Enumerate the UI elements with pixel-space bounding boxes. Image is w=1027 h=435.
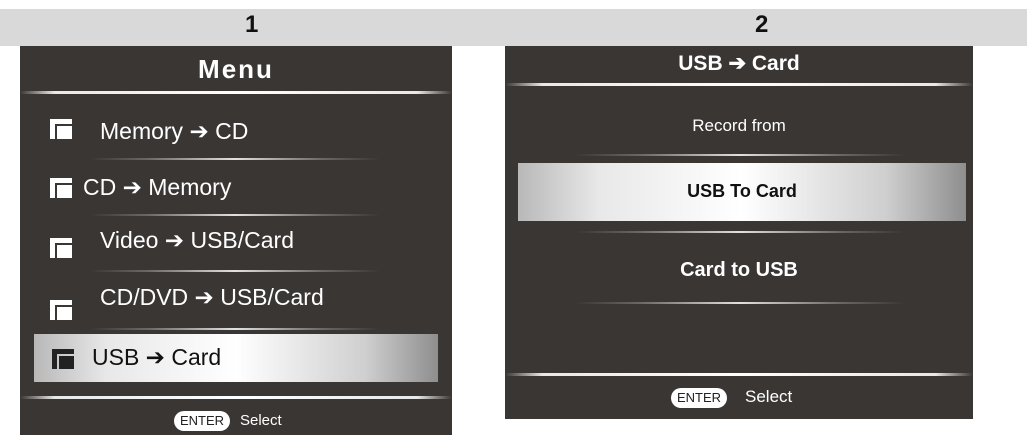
option-usb-to-card[interactable]: USB To Card [518, 163, 966, 221]
record-screen: USB ➔ Card Record from USB To Card Card … [505, 46, 973, 419]
record-separator [575, 154, 905, 156]
folder-icon [50, 300, 72, 320]
menu-item-cd-to-memory[interactable]: CD ➔ Memory [20, 160, 452, 218]
folder-icon [50, 178, 72, 198]
folder-icon [50, 238, 72, 258]
select-label: Select [745, 387, 793, 406]
record-separator [575, 302, 905, 304]
record-separator [575, 231, 905, 233]
menu-item-cd-dvd-to-usb-card[interactable]: CD/DVD ➔ USB/Card [20, 272, 452, 330]
menu-item-label: CD ➔ Memory [83, 174, 232, 200]
menu-separator [90, 328, 380, 330]
option-card-to-usb[interactable]: Card to USB [505, 251, 973, 291]
record-header-divider [505, 83, 973, 86]
menu-item-video-to-usb-card[interactable]: Video ➔ USB/Card [20, 216, 452, 274]
menu-item-label: Video ➔ USB/Card [100, 227, 294, 253]
menu-header-divider [20, 91, 452, 94]
option-label: USB To Card [687, 181, 797, 201]
step-header-bar [0, 9, 1027, 46]
menu-item-label: Memory ➔ CD [100, 118, 249, 144]
enter-button[interactable]: ENTER [174, 411, 230, 431]
record-from-label: Record from [692, 116, 786, 135]
step-number-2: 2 [755, 11, 769, 38]
menu-item-label: CD/DVD ➔ USB/Card [100, 284, 324, 310]
menu-title: Menu [198, 54, 274, 84]
step-number-1: 1 [245, 11, 259, 38]
record-footer-divider [505, 373, 973, 376]
record-screen-title: USB ➔ Card [678, 52, 800, 75]
option-label: Card to USB [680, 259, 798, 281]
folder-icon [52, 349, 74, 369]
menu-item-memory-to-cd[interactable]: Memory ➔ CD [20, 101, 452, 159]
menu-item-label: USB ➔ Card [92, 344, 222, 370]
enter-button[interactable]: ENTER [671, 388, 727, 408]
menu-footer-divider [20, 396, 452, 399]
folder-icon [50, 119, 72, 139]
select-label: Select [240, 412, 282, 429]
menu-screen: Menu Memory ➔ CD CD ➔ Memory Video ➔ USB… [20, 46, 452, 435]
menu-item-usb-to-card[interactable]: USB ➔ Card [34, 334, 438, 382]
